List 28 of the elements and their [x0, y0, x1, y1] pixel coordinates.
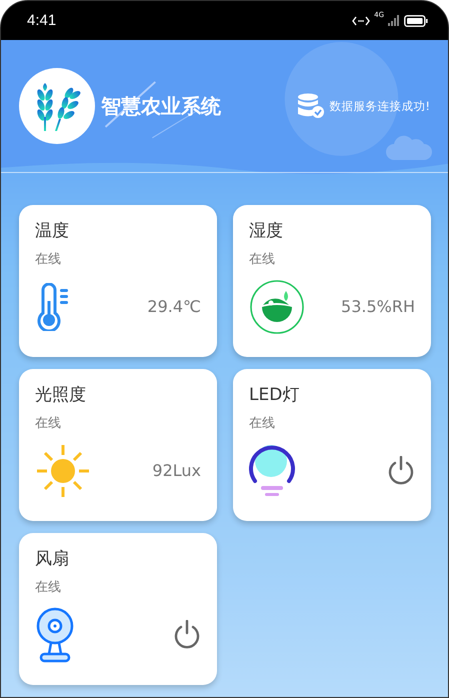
online-status: 在线: [249, 415, 276, 432]
power-icon: [387, 456, 415, 486]
sensor-reading: 53.5%RH: [341, 297, 415, 316]
online-status: 在线: [249, 251, 276, 268]
humidity-icon: [249, 278, 305, 334]
clock-time: 4:41: [27, 12, 56, 29]
power-icon: [173, 620, 201, 650]
power-button[interactable]: [173, 620, 201, 650]
power-button[interactable]: [387, 456, 415, 486]
device-name: 温度: [35, 220, 70, 242]
signal-icon: [388, 15, 400, 26]
device-name: 光照度: [35, 384, 87, 406]
data-transfer-icon: [352, 16, 370, 26]
battery-icon: [404, 14, 428, 26]
app-title: 智慧农业系统: [101, 92, 222, 120]
online-status: 在线: [35, 251, 62, 268]
online-status: 在线: [35, 415, 62, 432]
device-name: 风扇: [35, 548, 70, 570]
sensor-reading: 92Lux: [152, 461, 201, 480]
sensor-reading: 29.4℃: [147, 297, 201, 316]
sun-icon: [35, 442, 91, 498]
cloud-drawing: [386, 134, 432, 160]
connection-status: 数据服务连接成功!: [329, 98, 430, 114]
database-check-icon: [297, 93, 326, 119]
online-status: 在线: [35, 579, 62, 596]
device-name: 湿度: [249, 220, 284, 242]
webcam-icon: [35, 606, 75, 662]
device-name: LED灯: [249, 384, 300, 406]
